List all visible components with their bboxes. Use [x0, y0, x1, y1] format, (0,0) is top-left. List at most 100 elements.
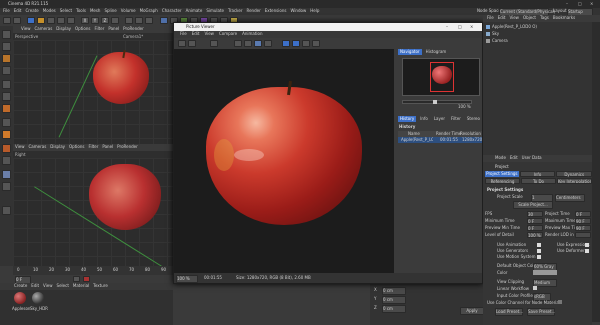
coordinate-system-icon[interactable]: [111, 17, 119, 24]
vp-menu-filter[interactable]: Filter: [94, 26, 104, 32]
menu-window[interactable]: Window: [290, 8, 306, 14]
points-mode-icon[interactable]: [2, 80, 11, 89]
scale-icon[interactable]: [47, 17, 55, 24]
apply-button[interactable]: Apply: [460, 307, 484, 315]
viewport-right[interactable]: View Cameras Display Options Filter Panel ProR…: [13, 144, 173, 267]
pv-zoom-field[interactable]: 100 %: [176, 275, 198, 283]
vp-menu-view[interactable]: View: [15, 144, 25, 150]
vp-menu-options[interactable]: Options: [69, 144, 84, 150]
pv-clapper-icon[interactable]: [244, 40, 252, 47]
object-name[interactable]: Apple(Rest_P_LOD0 O): [492, 24, 537, 30]
pv-menu-animation[interactable]: Animation: [242, 31, 262, 37]
color-swatch[interactable]: [533, 270, 557, 275]
model-mode-icon[interactable]: [2, 42, 11, 51]
render-image[interactable]: [174, 49, 394, 273]
tweak-mode-icon[interactable]: [2, 130, 11, 139]
tab-todo[interactable]: To Do: [521, 178, 556, 184]
z-axis-lock-icon[interactable]: Z: [101, 17, 109, 24]
pv-menu-compare[interactable]: Compare: [219, 31, 237, 37]
menu-modes[interactable]: Modes: [43, 8, 56, 14]
navigator-thumbnail[interactable]: [402, 58, 480, 96]
field-value[interactable]: 90 F: [575, 218, 591, 224]
snapping-icon[interactable]: [2, 144, 11, 153]
tab-key-interpolation[interactable]: Key Interpolation: [557, 178, 592, 184]
symmetry-icon[interactable]: [2, 156, 11, 165]
pv-open-icon[interactable]: [178, 40, 186, 47]
object-name[interactable]: Camera: [492, 38, 508, 44]
menu-character[interactable]: Character: [162, 8, 182, 14]
menu-mograph[interactable]: MoGraph: [140, 8, 158, 14]
pv-grid-icon[interactable]: [312, 40, 320, 47]
material-swatch-sky[interactable]: [32, 292, 44, 304]
render-view-icon[interactable]: [125, 17, 133, 24]
vp-menu-cameras[interactable]: Cameras: [35, 26, 53, 32]
om-menu-edit[interactable]: Edit: [498, 15, 506, 21]
menu-file[interactable]: File: [3, 8, 10, 14]
checkbox[interactable]: [537, 255, 541, 259]
grid-toggle-icon[interactable]: [2, 182, 11, 191]
om-menu-bookmarks[interactable]: Bookmarks: [553, 15, 575, 21]
tab-info[interactable]: Info: [418, 116, 430, 122]
record-icon[interactable]: [83, 276, 90, 282]
menu-mesh[interactable]: Mesh: [90, 8, 101, 14]
tab-layer[interactable]: Layer: [432, 116, 447, 122]
pv-minimize-icon[interactable]: –: [446, 24, 448, 30]
vp-menu-display[interactable]: Display: [56, 26, 71, 32]
history-row[interactable]: Apple(Rest_P_LOD0 O) 00:01:55 1280x720: [398, 137, 482, 143]
polygons-mode-icon[interactable]: [2, 104, 11, 113]
project-scale-unit[interactable]: Centimeters: [555, 194, 585, 202]
pv-menu-edit[interactable]: Edit: [192, 31, 200, 37]
attr-menu-user-data[interactable]: User Data: [522, 155, 542, 161]
tab-dynamics[interactable]: Dynamics: [556, 171, 593, 177]
attr-menu-mode[interactable]: Mode: [495, 155, 506, 161]
axis-mode-icon[interactable]: [2, 118, 11, 127]
object-name[interactable]: Sky: [492, 31, 499, 37]
make-editable-icon[interactable]: [2, 30, 11, 39]
tab-project-settings[interactable]: Project Settings: [485, 171, 519, 177]
pv-menu-view[interactable]: View: [204, 31, 214, 37]
object-row[interactable]: Apple(Rest_P_LOD0 O): [486, 24, 576, 30]
linear-workflow-checkbox[interactable]: [533, 286, 537, 290]
mat-menu-texture[interactable]: Texture: [93, 283, 108, 289]
om-menu-tags[interactable]: Tags: [540, 15, 549, 21]
field-value[interactable]: 30: [527, 211, 543, 217]
menu-tools[interactable]: Tools: [76, 8, 86, 14]
load-preset-button[interactable]: Load Preset...: [495, 308, 523, 316]
edges-mode-icon[interactable]: [2, 92, 11, 101]
checkbox[interactable]: [585, 249, 589, 253]
checkbox[interactable]: [585, 243, 589, 247]
render-settings-icon[interactable]: [145, 17, 153, 24]
pv-maximize-icon[interactable]: □: [458, 24, 462, 30]
pv-split-icon[interactable]: [302, 40, 310, 47]
checkbox[interactable]: [537, 243, 541, 247]
field-value[interactable]: 0 F: [575, 211, 591, 217]
tab-histogram[interactable]: Histogram: [424, 49, 449, 55]
pv-render-settings-icon[interactable]: [264, 40, 272, 47]
material-swatch-apple[interactable]: [14, 292, 26, 304]
vp-menu-filter[interactable]: Filter: [88, 144, 98, 150]
om-menu-file[interactable]: File: [487, 15, 494, 21]
pv-ab-compare-icon[interactable]: [282, 40, 290, 47]
live-selection-icon[interactable]: [27, 17, 35, 24]
redo-icon[interactable]: [13, 17, 21, 24]
y-axis-lock-icon[interactable]: Y: [91, 17, 99, 24]
field-value[interactable]: 0 F: [527, 218, 543, 224]
coord-y-field[interactable]: 0 cm: [382, 296, 406, 304]
menu-simulate[interactable]: Simulate: [206, 8, 224, 14]
recent-tools-icon[interactable]: [67, 17, 75, 24]
pv-close-icon[interactable]: ×: [470, 24, 473, 30]
field-value[interactable]: 100 %: [527, 232, 543, 238]
object-row[interactable]: Sky: [486, 31, 576, 37]
vp-menu-display[interactable]: Display: [50, 144, 65, 150]
workplane-icon[interactable]: [2, 66, 11, 75]
timeline[interactable]: 0 10 20 30 40 50 60 70 80 90: [13, 266, 173, 275]
vp-menu-panel[interactable]: Panel: [102, 144, 113, 150]
tab-filter[interactable]: Filter: [449, 116, 463, 122]
mat-menu-view[interactable]: View: [43, 283, 53, 289]
tab-project-info[interactable]: Info: [519, 171, 556, 177]
play-icon[interactable]: [73, 276, 80, 282]
menu-help[interactable]: Help: [310, 8, 319, 14]
pv-stop-icon[interactable]: [210, 40, 218, 47]
tab-stereo[interactable]: Stereo: [465, 116, 482, 122]
vp-menu-view[interactable]: View: [21, 26, 31, 32]
